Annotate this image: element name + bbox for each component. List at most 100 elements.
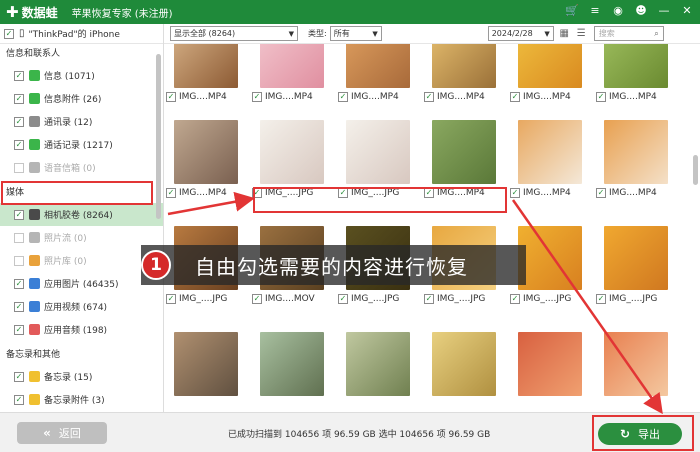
media-thumbnail[interactable] [346,332,410,396]
sidebar-scrollbar[interactable] [156,54,161,219]
tile-checkbox[interactable] [338,294,348,304]
media-tile[interactable]: IMG_....JPG [338,120,424,200]
minimize-icon[interactable]: — [657,4,671,17]
tile-checkbox[interactable] [510,92,520,102]
tile-checkbox[interactable] [596,188,606,198]
media-tile[interactable]: IMG....MP4 [596,44,682,104]
item-checkbox[interactable] [14,139,24,150]
media-tile[interactable]: IMG....MP4 [338,44,424,104]
sidebar-item[interactable]: 信息附件 (26) [0,87,163,110]
media-tile[interactable]: IMG....MP4 [596,120,682,200]
item-checkbox[interactable] [14,116,24,127]
media-tile[interactable]: IMG....MP4 [166,44,252,104]
media-tile[interactable] [424,332,510,396]
item-checkbox[interactable] [14,232,24,243]
list-view-icon[interactable]: ☰ [575,27,588,40]
close-icon[interactable]: ✕ [680,4,694,17]
item-checkbox[interactable] [14,162,24,173]
media-thumbnail[interactable] [174,44,238,88]
media-tile[interactable] [252,332,338,396]
sidebar-item[interactable]: 备忘录 (15) [0,365,163,388]
tile-checkbox[interactable] [510,294,520,304]
media-thumbnail[interactable] [260,332,324,396]
media-tile[interactable]: IMG_....JPG [252,120,338,200]
search-input[interactable]: 搜索 ⌕ [593,26,664,41]
sidebar-item[interactable]: 应用图片 (46435) [0,272,163,295]
media-tile[interactable]: IMG....MP4 [510,120,596,200]
sidebar-item[interactable]: 通讯录 (12) [0,110,163,133]
sidebar-item[interactable]: 照片流 (0) [0,226,163,249]
tile-checkbox[interactable] [596,92,606,102]
tile-checkbox[interactable] [338,92,348,102]
media-tile[interactable]: IMG_....JPG [596,226,682,306]
media-thumbnail[interactable] [604,226,668,290]
media-thumbnail[interactable] [518,226,582,290]
menu-icon[interactable]: ≡ [588,4,602,17]
tile-checkbox[interactable] [166,294,176,304]
tile-checkbox[interactable] [252,294,262,304]
item-checkbox[interactable] [14,324,24,335]
media-tile[interactable]: IMG....MP4 [510,44,596,104]
item-checkbox[interactable] [14,278,24,289]
tile-checkbox[interactable] [596,294,606,304]
media-tile[interactable]: IMG....MP4 [424,120,510,200]
sidebar-item[interactable]: 应用视频 (674) [0,295,163,318]
item-checkbox[interactable] [14,70,24,81]
media-thumbnail[interactable] [604,44,668,88]
cart-icon[interactable]: 🛒 [565,4,579,17]
media-thumbnail[interactable] [346,44,410,88]
media-thumbnail[interactable] [432,332,496,396]
sidebar-item[interactable]: 相机胶卷 (8264) [0,203,163,226]
chat-icon[interactable]: ◉ [611,4,625,17]
user-icon[interactable]: ☻ [634,4,648,17]
media-thumbnail[interactable] [260,44,324,88]
tile-checkbox[interactable] [338,188,348,198]
media-thumbnail[interactable] [432,120,496,184]
media-thumbnail[interactable] [518,44,582,88]
item-checkbox[interactable] [14,394,24,405]
sidebar-item[interactable]: 语音信箱 (0) [0,156,163,179]
device-checkbox[interactable] [4,28,14,39]
item-checkbox[interactable] [14,371,24,382]
sidebar-item[interactable]: 应用音频 (198) [0,318,163,341]
item-checkbox[interactable] [14,209,24,220]
sidebar-item[interactable]: 通话记录 (1217) [0,133,163,156]
grid-scrollbar[interactable] [693,155,698,185]
media-tile[interactable] [510,332,596,396]
back-button[interactable]: « 返回 [17,422,107,444]
media-tile[interactable]: IMG....MP4 [424,44,510,104]
tile-checkbox[interactable] [510,188,520,198]
media-thumbnail[interactable] [518,332,582,396]
item-checkbox[interactable] [14,93,24,104]
filter-dropdown[interactable]: 显示全部 (8264) ▼ [170,26,298,41]
media-tile[interactable]: IMG....MP4 [166,120,252,200]
media-tile[interactable] [338,332,424,396]
media-thumbnail[interactable] [346,120,410,184]
media-thumbnail[interactable] [174,120,238,184]
media-thumbnail[interactable] [518,120,582,184]
date-dropdown[interactable]: 2024/2/28 ▼ [487,26,554,41]
media-tile[interactable] [166,332,252,396]
tile-checkbox[interactable] [424,188,434,198]
media-thumbnail[interactable] [174,332,238,396]
tile-checkbox[interactable] [166,188,176,198]
item-checkbox[interactable] [14,301,24,312]
media-thumbnail[interactable] [604,120,668,184]
grid-view-icon[interactable]: ▦ [558,27,571,40]
media-thumbnail[interactable] [432,44,496,88]
tile-checkbox[interactable] [424,92,434,102]
sidebar-item[interactable]: 信息 (1071) [0,64,163,87]
tile-checkbox[interactable] [252,92,262,102]
sidebar-item[interactable]: 备忘录附件 (3) [0,388,163,411]
device-row[interactable]: ▯ "ThinkPad"的 iPhone [0,24,163,44]
media-tile[interactable] [596,332,682,396]
media-tile[interactable]: IMG....MP4 [252,44,338,104]
item-checkbox[interactable] [14,255,24,266]
tile-checkbox[interactable] [424,294,434,304]
sidebar-item[interactable]: 照片库 (0) [0,249,163,272]
tile-checkbox[interactable] [252,188,262,198]
export-button[interactable]: ↻ 导出 [598,423,682,445]
tile-checkbox[interactable] [166,92,176,102]
media-thumbnail[interactable] [604,332,668,396]
media-thumbnail[interactable] [260,120,324,184]
